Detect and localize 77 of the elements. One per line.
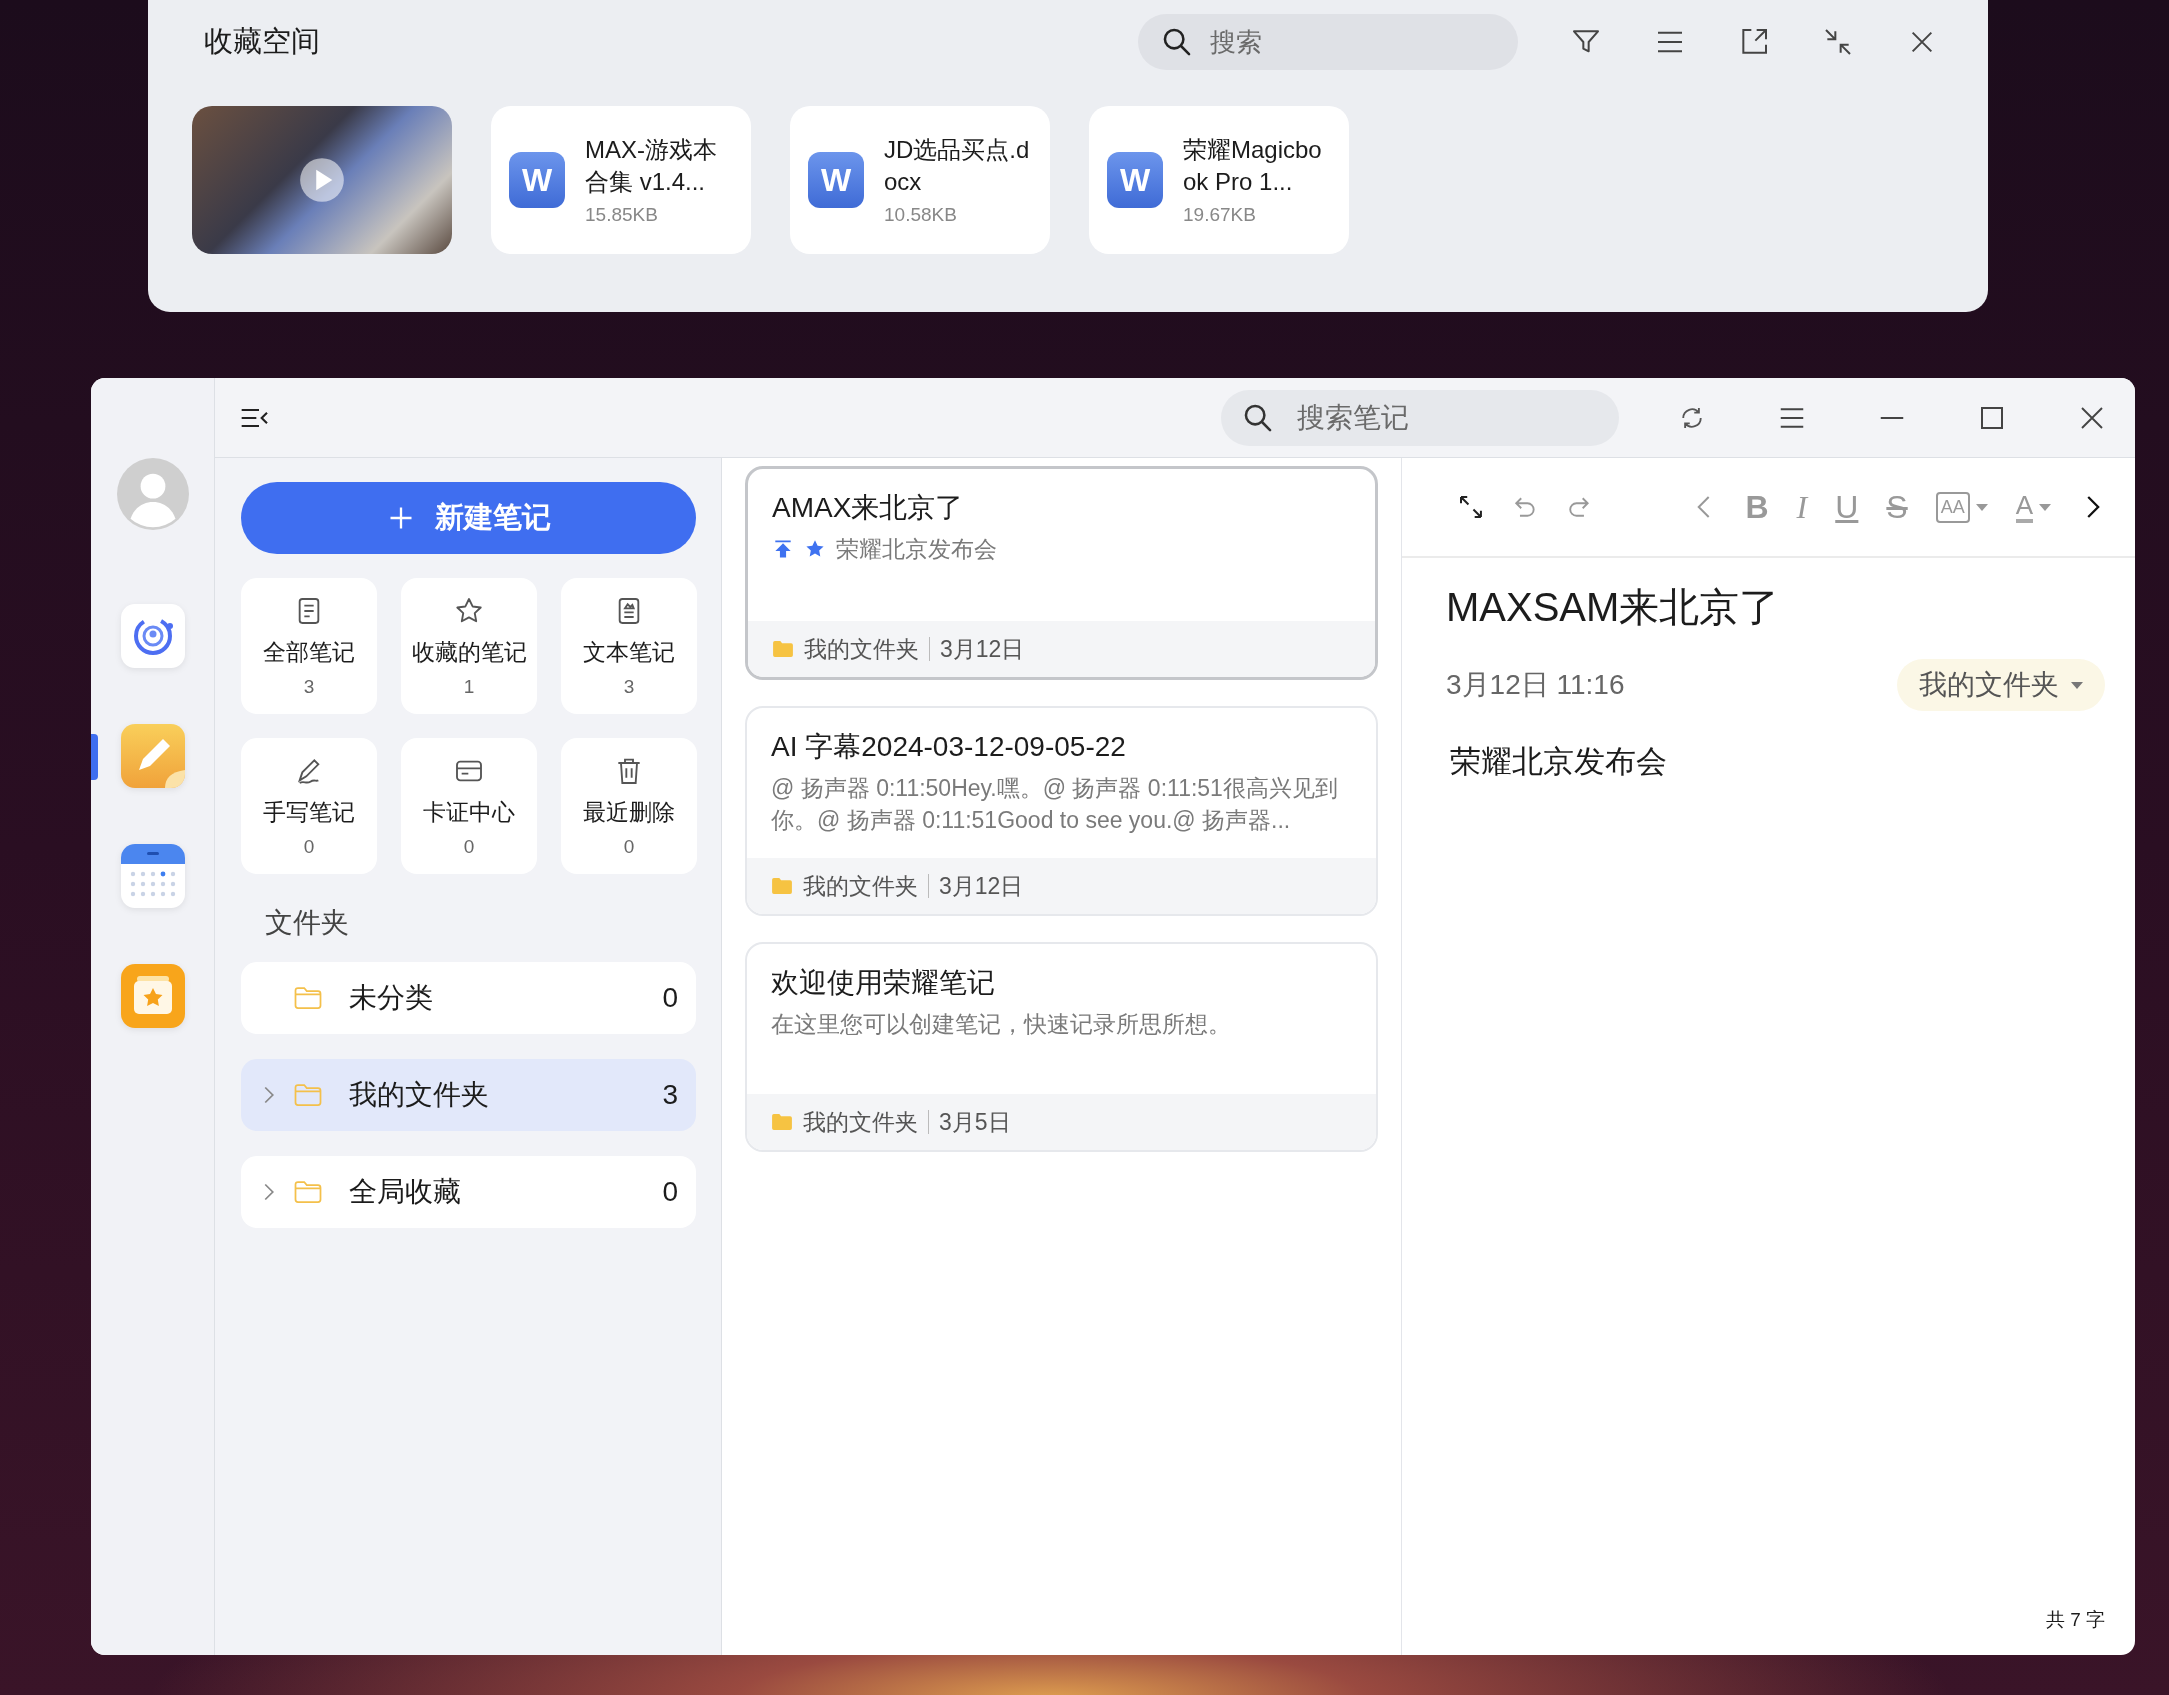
- star-folder-app-icon[interactable]: [120, 964, 185, 1028]
- play-icon: [299, 157, 345, 203]
- folder-item[interactable]: 全局收藏 0: [241, 1156, 696, 1228]
- folder-name: 我的文件夹: [349, 1078, 489, 1112]
- video-thumbnail[interactable]: [192, 106, 452, 254]
- word-count: 共 7 字: [2045, 1608, 2105, 1632]
- note-date: 3月12日: [940, 634, 1025, 664]
- note-folder: 我的文件夹: [804, 634, 919, 664]
- note-date: 3月5日: [939, 1107, 1011, 1137]
- search-input[interactable]: 搜索: [1208, 25, 1496, 59]
- new-note-button[interactable]: 新建笔记: [241, 482, 696, 554]
- category-tile[interactable]: 全部笔记 3: [241, 578, 377, 714]
- calendar-app-icon[interactable]: [120, 844, 185, 908]
- note-folder: 我的文件夹: [803, 871, 918, 901]
- folder-name: 全局收藏: [349, 1175, 461, 1209]
- note-card[interactable]: AI 字幕2024-03-12-09-05-22 @ 扬声器 0:11:50Hey.嘿。@ 扬声器 0:11:51很高兴见到你。@ 扬声器 0:11:51Good to see you.@ 扬声器... 我的文件夹 3月12日: [745, 706, 1378, 916]
- category-tile[interactable]: 卡证中心 0: [401, 738, 537, 874]
- search-bar[interactable]: 搜索: [1138, 14, 1518, 70]
- category-count: 0: [463, 835, 475, 858]
- category-tile[interactable]: 收藏的笔记 1: [401, 578, 537, 714]
- category-count: 3: [623, 675, 635, 698]
- category-label: 收藏的笔记: [411, 637, 527, 667]
- section-heading: 文件夹: [265, 906, 350, 940]
- folder-icon: [771, 1113, 793, 1131]
- category-count: 1: [463, 675, 475, 698]
- folder-icon: [293, 1179, 323, 1205]
- note-card[interactable]: AMAX来北京了 荣耀北京发布会 我的文件夹 3月12日: [745, 466, 1378, 680]
- category-count: 0: [303, 835, 315, 858]
- folder-icon: [771, 877, 793, 895]
- folder-icon: [293, 1082, 323, 1108]
- document-card[interactable]: W JD选品买点.docx 10.58KB: [790, 106, 1050, 254]
- word-document-icon: W: [509, 152, 565, 208]
- category-count: 0: [623, 835, 635, 858]
- folder-count: 3: [662, 1079, 678, 1111]
- folder-count: 0: [662, 1176, 678, 1208]
- assistant-app-icon[interactable]: [120, 604, 185, 668]
- category-label: 最近删除: [583, 797, 675, 827]
- category-tile[interactable]: 文本笔记 3: [561, 578, 697, 714]
- document-size: 10.58KB: [884, 204, 958, 226]
- search-bar[interactable]: 搜索笔记: [1221, 389, 1619, 446]
- note-title: AI 字幕2024-03-12-09-05-22: [771, 730, 1127, 764]
- category-tile[interactable]: 手写笔记 0: [241, 738, 377, 874]
- category-label: 卡证中心: [423, 797, 515, 827]
- folder-name: 未分类: [349, 981, 433, 1015]
- note-title: MAXSAM来北京了: [1446, 584, 1781, 631]
- folder-count: 0: [662, 982, 678, 1014]
- category-label: 全部笔记: [263, 637, 355, 667]
- document-name: JD选品买点.docx: [884, 135, 1031, 197]
- note-title: AMAX来北京了: [772, 491, 965, 525]
- note-preview: 在这里您可以创建笔记，快速记录所思所想。: [771, 1010, 1231, 1039]
- folder-icon: [293, 985, 323, 1011]
- folder-dropdown[interactable]: 我的文件夹: [1897, 659, 2105, 711]
- folder-item[interactable]: 未分类 0: [241, 962, 696, 1034]
- note-title: 欢迎使用荣耀笔记: [771, 966, 996, 1000]
- document-card[interactable]: W MAX-游戏本合集 v1.4... 15.85KB: [491, 106, 751, 254]
- note-preview: @ 扬声器 0:11:50Hey.嘿。@ 扬声器 0:11:51很高兴见到你。@ 扬声器 0:11:51Good to see you.@ 扬声器...: [771, 774, 1339, 835]
- category-tile[interactable]: 最近删除 0: [561, 738, 697, 874]
- category-count: 3: [303, 675, 315, 698]
- category-label: 文本笔记: [583, 637, 675, 667]
- note-date: 3月12日: [939, 871, 1024, 901]
- note-body: 荣耀北京发布会: [1450, 743, 1668, 781]
- word-document-icon: W: [1107, 152, 1163, 208]
- folder-item[interactable]: 我的文件夹 3: [241, 1059, 696, 1131]
- document-name: 荣耀Magicbook Pro 1...: [1183, 135, 1323, 197]
- category-label: 手写笔记: [263, 797, 355, 827]
- document-card[interactable]: W 荣耀Magicbook Pro 1... 19.67KB: [1089, 106, 1349, 254]
- note-datetime: 3月12日 11:16: [1446, 668, 1625, 702]
- document-name: MAX-游戏本合集 v1.4...: [585, 135, 718, 197]
- panel-title: 收藏空间: [204, 24, 320, 59]
- search-input[interactable]: 搜索笔记: [1295, 400, 1599, 435]
- note-card[interactable]: 欢迎使用荣耀笔记 在这里您可以创建笔记，快速记录所思所想。 我的文件夹 3月5日: [745, 942, 1378, 1152]
- word-document-icon: W: [808, 152, 864, 208]
- document-size: 19.67KB: [1183, 204, 1257, 226]
- note-preview: 荣耀北京发布会: [836, 535, 997, 564]
- document-size: 15.85KB: [585, 204, 659, 226]
- note-folder: 我的文件夹: [803, 1107, 918, 1137]
- folder-icon: [772, 640, 794, 658]
